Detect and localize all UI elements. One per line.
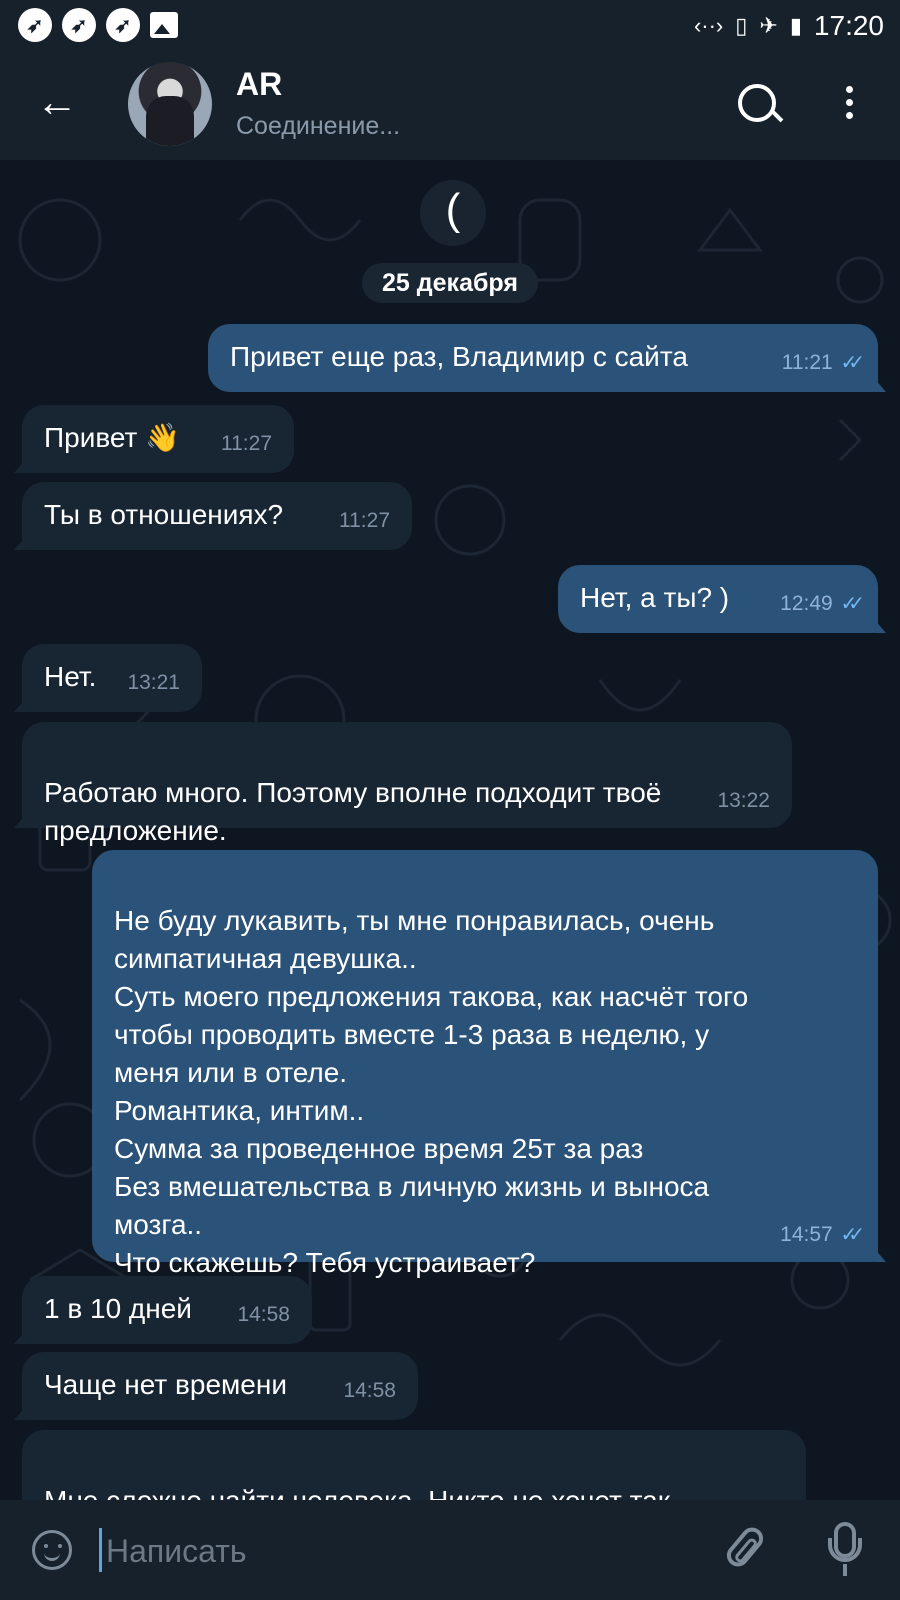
connection-status: Соединение... [236,112,401,140]
more-vertical-icon[interactable] [846,86,854,125]
date-chip: 25 декабря [362,263,538,303]
notification-icons: ➶ ➶ ➶ [18,8,178,42]
message-text: Нет. [44,661,97,692]
chat-header: ← AR Соединение... [0,50,900,160]
message-text: Привет 👋 [44,422,181,453]
telegram-notification-icon: ➶ [62,8,96,42]
message-input[interactable] [104,1530,708,1572]
message-text: Ты в отношениях? [44,499,284,530]
loading-indicator: ( [420,180,486,246]
message-time: 11:21 [781,351,833,374]
clock: 17:20 [813,10,884,41]
message-bubble-outgoing[interactable]: Привет еще раз, Владимир с сайта 11:21 ✓… [208,324,886,392]
message-bubble-outgoing[interactable]: Нет, а ты? ) 12:49 ✓✓ [558,565,886,633]
message-time: 11:27 [339,509,390,532]
system-icons: ‹··› ▯ ✈ ▮ 17:20 [694,10,884,42]
emoji-icon[interactable] [32,1530,72,1570]
text-cursor [99,1528,102,1572]
message-text: Мне сложно найти человека. Никто не хоче… [44,1485,670,1500]
message-bubble-incoming[interactable]: 1 в 10 дней 14:58 [14,1276,312,1344]
message-time: 14:57 [780,1223,833,1246]
message-bubble-incoming[interactable]: Нет. 13:21 [14,644,202,712]
chat-area[interactable]: ( 25 декабря Привет еще раз, Владимир с … [0,160,900,1500]
battery-charging-icon: ▮ [789,13,802,38]
message-bubble-incoming[interactable]: Работаю много. Поэтому вполне подходит т… [14,722,792,846]
message-bubble-incoming[interactable]: Ты в отношениях? 11:27 [14,482,412,550]
message-bubble-incoming[interactable]: Привет 👋 11:27 [14,405,294,473]
message-time: 14:58 [237,1303,290,1326]
message-bubble-outgoing[interactable]: Не буду лукавить, ты мне понравилась, оч… [92,850,886,1278]
message-time: 13:22 [717,789,770,812]
data-arrows-icon: ‹··› [693,13,724,38]
airplane-icon: ✈ [759,13,778,38]
paperclip-icon[interactable] [722,1523,768,1571]
double-check-icon: ✓✓ [840,1224,864,1246]
no-sim-icon: ▯ [735,13,748,38]
message-text: Привет еще раз, Владимир с сайта [230,341,688,372]
composer-bar [0,1500,900,1600]
message-time: 14:58 [343,1379,396,1402]
search-icon[interactable] [738,84,776,122]
message-time: 13:21 [127,671,180,694]
avatar[interactable] [128,62,212,146]
double-check-icon: ✓✓ [840,593,864,615]
arrow-back-icon[interactable]: ← [36,80,78,124]
message-text: Чаще нет времени [44,1369,287,1400]
chat-title[interactable]: AR [236,66,282,103]
telegram-notification-icon: ➶ [18,8,52,42]
message-bubble-incoming[interactable]: Мне сложно найти человека. Никто не хоче… [22,1430,806,1500]
message-text: Не буду лукавить, ты мне понравилась, оч… [114,905,749,1278]
status-bar: ➶ ➶ ➶ ‹··› ▯ ✈ ▮ 17:20 [0,0,900,50]
message-time: 11:27 [221,432,272,455]
message-time: 12:49 [780,592,833,615]
telegram-notification-icon: ➶ [106,8,140,42]
double-check-icon: ✓✓ [840,352,864,374]
message-text: 1 в 10 дней [44,1293,192,1324]
image-notification-icon [150,12,178,38]
message-bubble-incoming[interactable]: Чаще нет времени 14:58 [14,1352,418,1420]
microphone-icon[interactable] [828,1522,862,1576]
message-text: Нет, а ты? ) [580,582,730,613]
